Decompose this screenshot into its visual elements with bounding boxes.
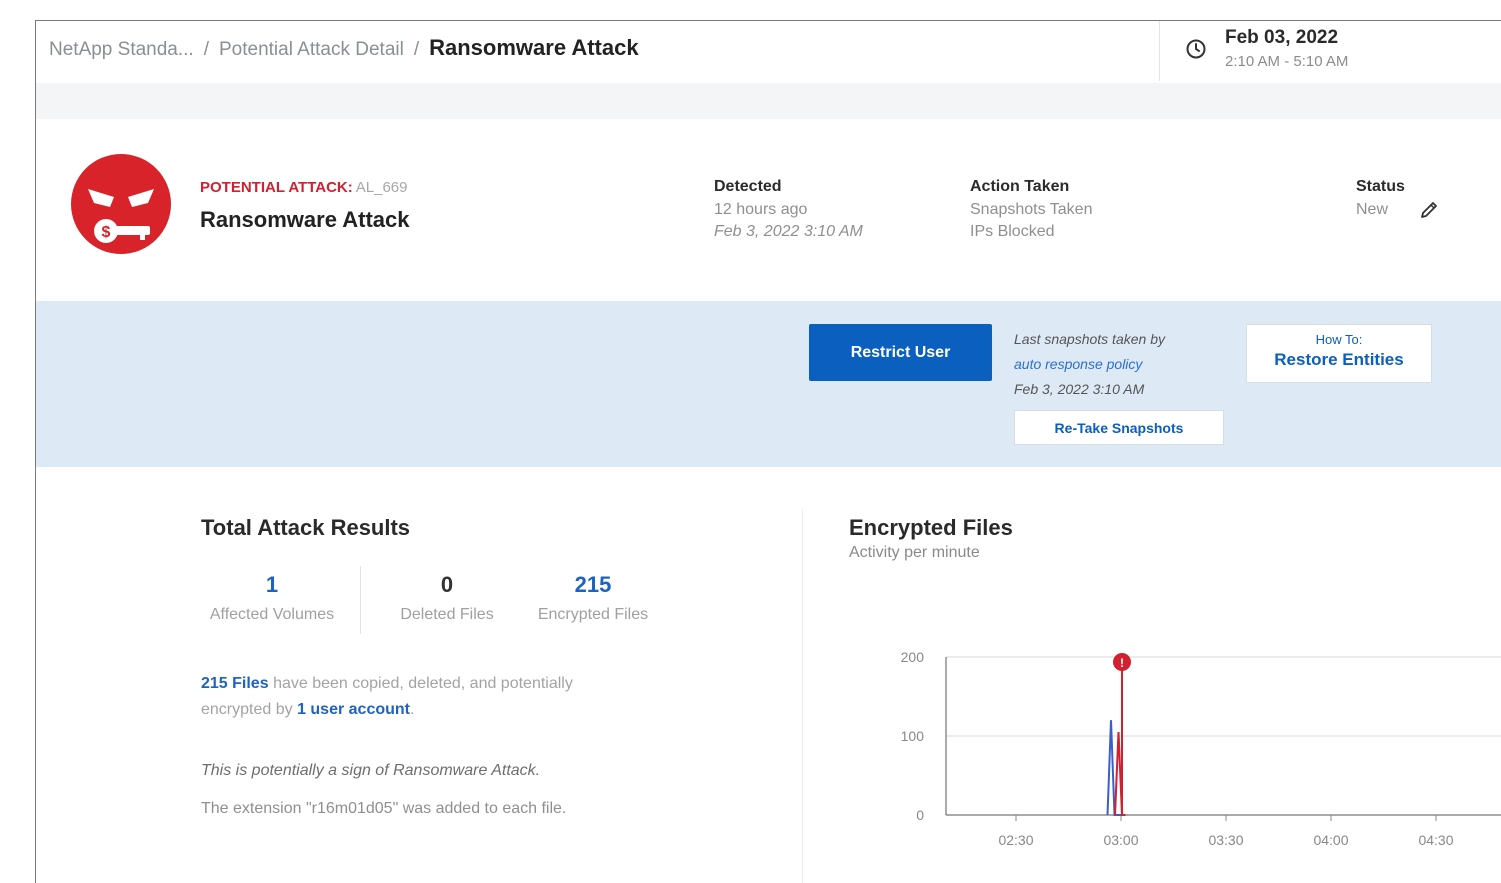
alert-title: Ransomware Attack	[200, 207, 410, 232]
x-tick-label: 02:30	[998, 832, 1033, 848]
stat-deleted-files: 0 Deleted Files	[376, 572, 518, 624]
user-account-link[interactable]: 1 user account	[297, 701, 410, 718]
breadcrumb: NetApp Standa... / Potential Attack Detail…	[49, 35, 639, 61]
stat-value: 215	[574, 572, 612, 597]
pencil-icon[interactable]	[1416, 197, 1442, 223]
detected-relative: 12 hours ago	[714, 201, 808, 218]
breadcrumb-separator: /	[203, 39, 209, 60]
breadcrumb-item-attack-detail[interactable]: Potential Attack Detail	[219, 39, 404, 60]
header-spacer	[36, 83, 1501, 119]
stat-value: 0	[440, 572, 454, 597]
action-taken-item: Snapshots Taken	[970, 201, 1093, 218]
top-bar: NetApp Standa... / Potential Attack Detail…	[36, 21, 1501, 83]
alert-marker-glyph: !	[1120, 656, 1124, 670]
x-tick-label: 04:30	[1418, 832, 1453, 848]
files-link[interactable]: 215 Files	[201, 675, 269, 692]
alert-kind: POTENTIAL ATTACK: AL_669	[200, 179, 407, 196]
snapshot-info: Last snapshots taken by auto response po…	[1014, 327, 1165, 402]
ransomware-sign-note: This is potentially a sign of Ransomware…	[201, 762, 541, 779]
retake-snapshots-button[interactable]: Re-Take Snapshots	[1014, 410, 1224, 445]
files-period: .	[410, 701, 415, 718]
breadcrumb-separator: /	[413, 39, 420, 60]
y-tick-label: 0	[916, 807, 924, 823]
status-section: Status New	[1356, 178, 1405, 221]
action-taken-label: Action Taken	[970, 178, 1070, 195]
howto-title: Restore Entities	[1274, 350, 1404, 369]
breadcrumb-item-netapp[interactable]: NetApp Standa...	[49, 39, 194, 60]
x-tick-label: 04:00	[1313, 832, 1348, 848]
restrict-user-button[interactable]: Restrict User	[809, 324, 992, 381]
encrypted-files-chart-title: Encrypted Files	[849, 515, 1013, 540]
stat-divider	[360, 566, 361, 634]
action-taken-section: Action Taken Snapshots Taken IPs Blocked	[970, 178, 1092, 243]
files-text-2: encrypted by	[201, 701, 293, 718]
stat-label: Affected Volumes	[209, 606, 335, 623]
snapshot-time: Feb 3, 2022 3:10 AM	[1014, 381, 1145, 397]
restore-entities-howto-button[interactable]: How To: Restore Entities	[1246, 324, 1432, 383]
stat-label: Encrypted Files	[537, 606, 649, 623]
detected-absolute: Feb 3, 2022 3:10 AM	[714, 223, 863, 240]
auto-response-policy-link[interactable]: auto response policy	[1014, 352, 1165, 377]
y-tick-label: 100	[901, 728, 925, 744]
series-line	[1114, 732, 1126, 816]
svg-text:$: $	[102, 224, 111, 241]
stat-encrypted-files[interactable]: 215 Encrypted Files	[518, 572, 668, 624]
action-taken-item: IPs Blocked	[970, 223, 1055, 240]
time-range-date: Feb 03, 2022	[1225, 27, 1339, 48]
time-range-picker[interactable]: Feb 03, 2022 2:10 AM - 5:10 AM	[1159, 21, 1501, 81]
panel-divider	[802, 509, 803, 883]
time-range-hours: 2:10 AM - 5:10 AM	[1225, 53, 1349, 70]
alert-kind-label: POTENTIAL ATTACK:	[200, 179, 353, 196]
extension-note: The extension "r16m01d05" was added to e…	[201, 800, 567, 817]
total-attack-results-title: Total Attack Results	[201, 515, 411, 540]
detected-section: Detected 12 hours ago Feb 3, 2022 3:10 A…	[714, 178, 863, 243]
stat-affected-volumes[interactable]: 1 Affected Volumes	[196, 572, 348, 624]
page-frame: NetApp Standa... / Potential Attack Detail…	[35, 20, 1501, 883]
x-tick-label: 03:00	[1103, 832, 1138, 848]
clock-icon	[1186, 39, 1206, 59]
howto-label: How To:	[1315, 332, 1363, 347]
breadcrumb-current: Ransomware Attack	[429, 35, 639, 60]
files-text: have been copied, deleted, and potential…	[273, 675, 573, 692]
ransomware-icon: $	[71, 154, 171, 254]
x-tick-label: 03:30	[1208, 832, 1243, 848]
encrypted-files-chart-subtitle: Activity per minute	[849, 544, 980, 561]
snapshot-note: Last snapshots taken by	[1014, 331, 1165, 347]
alert-id: AL_669	[355, 179, 408, 196]
status-label: Status	[1356, 178, 1405, 195]
stat-value: 1	[265, 572, 279, 597]
stat-label: Deleted Files	[400, 606, 494, 623]
y-tick-label: 200	[901, 649, 925, 665]
files-summary: 215 Files have been copied, deleted, and…	[201, 671, 671, 723]
encrypted-files-chart: 200100002:3003:0003:3004:0004:3005!	[901, 649, 1501, 848]
status-value: New	[1356, 201, 1389, 218]
detected-label: Detected	[714, 178, 782, 195]
